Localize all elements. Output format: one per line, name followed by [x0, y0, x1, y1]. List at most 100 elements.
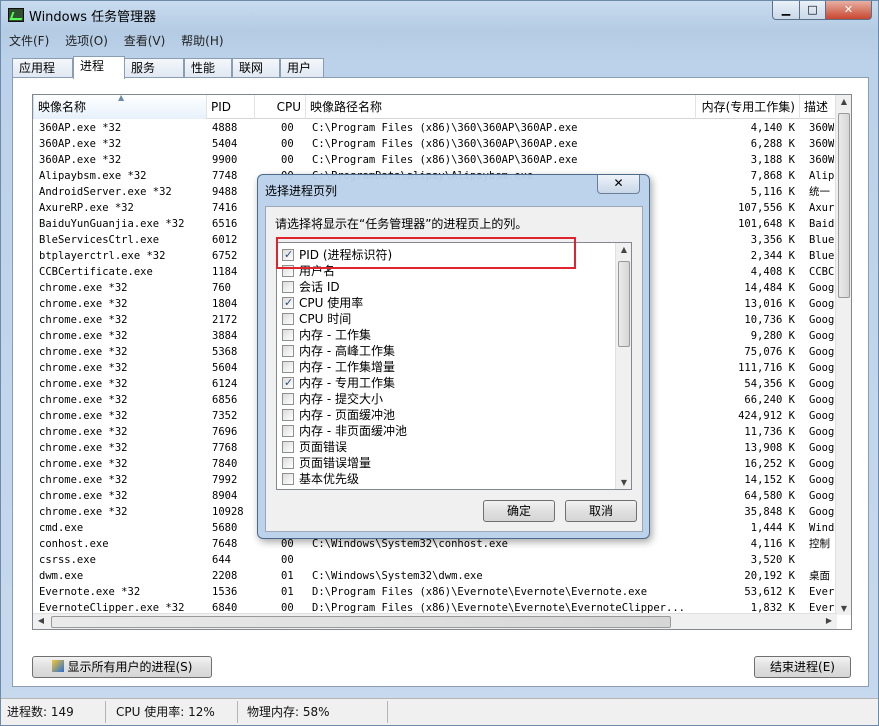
column-option[interactable]: 页面错误增量: [282, 455, 612, 471]
process-name-cell: chrome.exe *32: [39, 442, 128, 454]
list-vertical-scrollbar[interactable]: ▲ ▼: [835, 95, 851, 615]
maximize-button[interactable]: □: [799, 1, 826, 20]
column-checklist[interactable]: ▲ ▼ PID (进程标识符)用户名会话 IDCPU 使用率CPU 时间内存 -…: [276, 242, 632, 490]
process-row[interactable]: Evernote.exe *32 1536 01 D:\Program Files (…: [33, 584, 837, 600]
column-option[interactable]: 页面错误: [282, 439, 612, 455]
column-header: ▲ 映像名称 PID CPU 映像路径名称 内存(专用工作集) 描述: [33, 95, 837, 119]
column-option[interactable]: 内存 - 非页面缓冲池: [282, 423, 612, 439]
process-name-cell: cmd.exe: [39, 522, 84, 534]
menu-options[interactable]: 选项(O): [65, 32, 108, 49]
column-cpu[interactable]: CPU: [255, 95, 306, 119]
column-option[interactable]: 内存 - 专用工作集: [282, 375, 612, 391]
process-pid-cell: 10928: [212, 506, 244, 518]
title-bar[interactable]: Windows 任务管理器 ▁ □ ✕: [1, 1, 878, 29]
process-name-cell: btplayerctrl.exe *32: [39, 250, 166, 262]
scroll-down-icon[interactable]: ▼: [616, 478, 631, 487]
tab-networking[interactable]: 联网: [232, 58, 280, 78]
column-option[interactable]: 会话 ID: [282, 279, 612, 295]
column-option-checkbox[interactable]: [282, 361, 294, 373]
process-row[interactable]: 360AP.exe *32 4888 00 C:\Program Files (x86…: [33, 120, 837, 136]
process-cpu-cell: 00: [281, 554, 294, 566]
column-description[interactable]: 描述: [800, 95, 837, 119]
dialog-close-button[interactable]: ✕: [597, 175, 640, 194]
column-option-checkbox[interactable]: [282, 425, 294, 437]
process-desc-cell: Goog: [809, 410, 835, 422]
column-option-checkbox[interactable]: [282, 473, 294, 485]
dialog-ok-button[interactable]: 确定: [483, 500, 555, 522]
column-option-checkbox[interactable]: [282, 393, 294, 405]
column-path[interactable]: 映像路径名称: [306, 95, 696, 119]
column-option[interactable]: 内存 - 高峰工作集: [282, 343, 612, 359]
process-desc-cell: 控制: [809, 538, 830, 550]
tab-services[interactable]: 服务: [124, 58, 184, 78]
process-desc-cell: Goog: [809, 346, 835, 358]
checklist-scrollbar[interactable]: ▲ ▼: [615, 243, 631, 489]
status-cpu-usage: CPU 使用率: 12%: [116, 705, 215, 719]
list-horizontal-scrollbar[interactable]: ◀ ▶: [33, 613, 837, 629]
show-all-users-button[interactable]: 显示所有用户的进程(S): [32, 656, 212, 678]
column-option[interactable]: 内存 - 页面缓冲池: [282, 407, 612, 423]
process-name-cell: AxureRP.exe *32: [39, 202, 134, 214]
menu-help[interactable]: 帮助(H): [181, 32, 223, 49]
process-mem-cell: 16,252 K: [744, 458, 795, 470]
end-process-button[interactable]: 结束进程(E): [754, 656, 851, 678]
scroll-up-icon[interactable]: ▲: [836, 97, 851, 106]
process-row[interactable]: csrss.exe 644 00 3,520 K: [33, 552, 837, 568]
column-option-checkbox[interactable]: [282, 375, 294, 391]
dialog-cancel-button[interactable]: 取消: [565, 500, 637, 522]
process-mem-cell: 4,140 K: [750, 122, 795, 134]
tab-processes[interactable]: 进程: [73, 56, 125, 79]
tab-performance[interactable]: 性能: [184, 58, 232, 78]
tab-users[interactable]: 用户: [280, 58, 324, 78]
menu-view[interactable]: 查看(V): [124, 32, 166, 49]
scroll-right-icon[interactable]: ▶: [821, 616, 837, 625]
menu-bar: 文件(F) 选项(O) 查看(V) 帮助(H): [9, 32, 236, 50]
column-option-checkbox[interactable]: [282, 345, 294, 357]
process-name-cell: chrome.exe *32: [39, 378, 128, 390]
shield-icon: [51, 660, 64, 672]
column-image-name[interactable]: ▲ 映像名称: [33, 95, 207, 119]
process-desc-cell: Goog: [809, 474, 835, 486]
process-name-cell: AndroidServer.exe *32: [39, 186, 172, 198]
scroll-down-icon[interactable]: ▼: [836, 604, 851, 613]
column-option[interactable]: CPU 使用率: [282, 295, 612, 311]
column-option[interactable]: 内存 - 工作集增量: [282, 359, 612, 375]
column-option[interactable]: CPU 时间: [282, 311, 612, 327]
column-option-checkbox[interactable]: [282, 409, 294, 421]
column-option[interactable]: 内存 - 工作集: [282, 327, 612, 343]
process-name-cell: chrome.exe *32: [39, 346, 128, 358]
column-option[interactable]: 内存 - 提交大小: [282, 391, 612, 407]
list-vscroll-thumb[interactable]: [838, 113, 850, 298]
column-option-checkbox[interactable]: [282, 441, 294, 453]
list-hscroll-thumb[interactable]: [51, 616, 671, 628]
column-option[interactable]: 基本优先级: [282, 471, 612, 487]
close-button[interactable]: ✕: [825, 1, 872, 20]
process-desc-cell: Goog: [809, 282, 835, 294]
process-name-cell: chrome.exe *32: [39, 314, 128, 326]
process-desc-cell: Goog: [809, 362, 835, 374]
process-pid-cell: 5404: [212, 138, 238, 150]
process-mem-cell: 4,116 K: [750, 538, 795, 550]
process-row[interactable]: 360AP.exe *32 5404 00 C:\Program Files (x86…: [33, 136, 837, 152]
process-name-cell: 360AP.exe *32: [39, 122, 122, 134]
status-physical-memory: 物理内存: 58%: [247, 705, 330, 719]
column-option-checkbox[interactable]: [282, 313, 294, 325]
tab-applications[interactable]: 应用程序: [12, 58, 73, 93]
scroll-up-icon[interactable]: ▲: [616, 245, 631, 254]
column-memory[interactable]: 内存(专用工作集): [696, 95, 800, 119]
column-option-checkbox[interactable]: [282, 295, 294, 311]
checklist-scroll-thumb[interactable]: [618, 261, 630, 347]
column-option-checkbox[interactable]: [282, 457, 294, 469]
process-row[interactable]: 360AP.exe *32 9900 00 C:\Program Files (x86…: [33, 152, 837, 168]
menu-file[interactable]: 文件(F): [9, 32, 49, 49]
process-name-cell: BaiduYunGuanjia.exe *32: [39, 218, 185, 230]
column-option-checkbox[interactable]: [282, 281, 294, 293]
process-mem-cell: 2,344 K: [750, 250, 795, 262]
process-mem-cell: 35,848 K: [744, 506, 795, 518]
process-desc-cell: Goog: [809, 378, 835, 390]
column-option-checkbox[interactable]: [282, 329, 294, 341]
scroll-left-icon[interactable]: ◀: [33, 616, 49, 625]
minimize-button[interactable]: ▁: [772, 1, 800, 20]
process-row[interactable]: dwm.exe 2208 01 C:\Windows\System32\dwm.exe…: [33, 568, 837, 584]
column-pid[interactable]: PID: [207, 95, 255, 119]
